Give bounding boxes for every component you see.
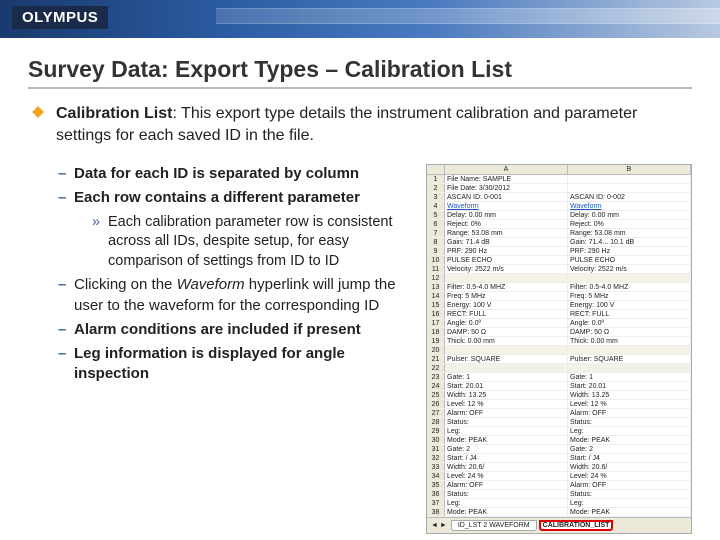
spreadsheet-body: 1File Name: SAMPLE2File Date: 3/30/20123… [427, 175, 691, 517]
table-row: 14Freq: 5 MHzFreq: 5 MHz [427, 292, 691, 301]
col-header-a: A [445, 165, 568, 174]
table-row: 16RECT: FULLRECT: FULL [427, 310, 691, 319]
table-row: 12 [427, 274, 691, 283]
brand-header: OLYMPUS [0, 0, 720, 38]
table-row: 1File Name: SAMPLE [427, 175, 691, 184]
table-row: 13Filter: 0.5-4.0 MHZFilter: 0.5-4.0 MHZ [427, 283, 691, 292]
sheet-tabs: ◄ ► ID_LST 2 WAVEFORM CALIBRATION_LIST [427, 517, 691, 533]
intro-bullet: Calibration List: This export type detai… [28, 103, 692, 146]
tab-nav-icon: ◄ ► [431, 522, 447, 529]
table-row: 23Gate: 1Gate: 1 [427, 373, 691, 382]
spreadsheet-preview: A B 1File Name: SAMPLE2File Date: 3/30/2… [426, 164, 692, 534]
sub-bullet-3a: Clicking on the [74, 276, 177, 293]
table-row: 32Start: / J4Start: / J4 [427, 454, 691, 463]
table-row: 6Reject: 0%Reject: 0% [427, 220, 691, 229]
table-row: 36Status:Status: [427, 490, 691, 499]
intro-label: Calibration List [56, 105, 172, 122]
sub-bullet-4: Alarm conditions are included if present [58, 320, 418, 340]
table-row: 34Level: 24 %Level: 24 % [427, 472, 691, 481]
table-row: 24Start: 20.01Start: 20.01 [427, 382, 691, 391]
header-decoration [216, 8, 720, 24]
spreadsheet-col-headers: A B [427, 165, 691, 175]
table-row: 18DAMP: 50 ΩDAMP: 50 Ω [427, 328, 691, 337]
brand-logo: OLYMPUS [12, 6, 108, 29]
table-row: 4WaveformWaveform [427, 202, 691, 211]
table-row: 22 [427, 364, 691, 373]
bullet-column: Data for each ID is separated by column … [28, 164, 418, 388]
sub-bullet-2-text: Each row contains a different parameter [74, 189, 360, 206]
nested-bullet-1: Each calibration parameter row is consis… [92, 213, 418, 272]
spreadsheet: A B 1File Name: SAMPLE2File Date: 3/30/2… [426, 164, 692, 534]
sub-bullet-3: Clicking on the Waveform hyperlink will … [58, 275, 418, 316]
table-row: 7Range: 53.08 mmRange: 53.08 mm [427, 229, 691, 238]
table-row: 33Width: 20.6/Width: 20.6/ [427, 463, 691, 472]
diamond-bullet-icon [32, 100, 44, 112]
table-row: 37Leg:Leg: [427, 499, 691, 508]
table-row: 8Gain: 71.4 dBGain: 71.4... 10.1 dB [427, 238, 691, 247]
table-row: 5Delay: 0.00 mmDelay: 0.00 mm [427, 211, 691, 220]
table-row: 11Velocity: 2522 m/sVelocity: 2522 m/s [427, 265, 691, 274]
waveform-term: Waveform [177, 276, 245, 293]
table-row: 31Gate: 2Gate: 2 [427, 445, 691, 454]
sub-bullet-5: Leg information is displayed for angle i… [58, 344, 418, 385]
table-row: 21Pulser: SQUAREPulser: SQUARE [427, 355, 691, 364]
table-row: 29Leg:Leg: [427, 427, 691, 436]
table-row: 9PRF: 290 HzPRF: 290 Hz [427, 247, 691, 256]
table-row: 25Width: 13.25Width: 13.25 [427, 391, 691, 400]
table-row: 2File Date: 3/30/2012 [427, 184, 691, 193]
table-row: 10PULSE ECHOPULSE ECHO [427, 256, 691, 265]
sheet-tab-calibration[interactable]: CALIBRATION_LIST [539, 520, 614, 531]
table-row: 35Alarm: OFFAlarm: OFF [427, 481, 691, 490]
table-row: 3ASCAN ID: 0-001ASCAN ID: 0-002 [427, 193, 691, 202]
table-row: 27Alarm: OFFAlarm: OFF [427, 409, 691, 418]
table-row: 15Energy: 100 VEnergy: 100 V [427, 301, 691, 310]
table-row: 38Mode: PEAKMode: PEAK [427, 508, 691, 517]
intro-text: Calibration List: This export type detai… [56, 103, 692, 146]
table-row: 30Mode: PEAKMode: PEAK [427, 436, 691, 445]
table-row: 20 [427, 346, 691, 355]
sub-bullet-1: Data for each ID is separated by column [58, 164, 418, 184]
sub-bullet-2: Each row contains a different parameter … [58, 188, 418, 271]
table-row: 17Angle: 0.0ºAngle: 0.0º [427, 319, 691, 328]
col-header-b: B [568, 165, 691, 174]
table-row: 28Status:Status: [427, 418, 691, 427]
sheet-tab-waveform[interactable]: ID_LST 2 WAVEFORM [451, 520, 537, 531]
slide-content: Survey Data: Export Types – Calibration … [0, 38, 720, 534]
slide-title: Survey Data: Export Types – Calibration … [28, 56, 692, 89]
table-row: 19Thick: 0.00 mmThick: 0.00 mm [427, 337, 691, 346]
table-row: 26Level: 12 %Level: 12 % [427, 400, 691, 409]
